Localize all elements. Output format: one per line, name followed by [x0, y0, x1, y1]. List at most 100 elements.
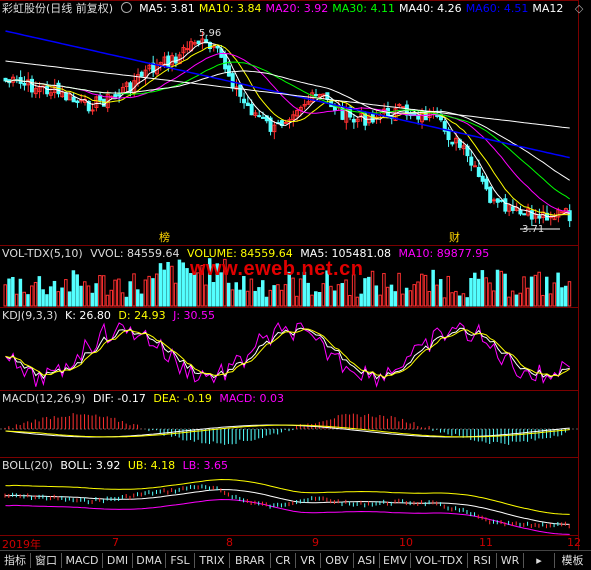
tab-obv[interactable]: OBV	[321, 553, 354, 568]
ma-label-0: MA5: 3.81	[139, 2, 195, 15]
volume-bar	[476, 278, 481, 307]
candlestick-chart[interactable]	[0, 1, 578, 246]
volume-bar	[295, 295, 299, 307]
candle-body	[75, 100, 80, 104]
marker-bang[interactable]: 榜	[159, 229, 170, 245]
tab-macd[interactable]: MACD	[62, 553, 103, 568]
ma5-line	[5, 41, 570, 218]
volume-bar	[370, 270, 375, 307]
tab-dma[interactable]: DMA	[133, 553, 166, 568]
volume-bar	[298, 278, 303, 307]
kdj-d: D: 24.93	[118, 309, 166, 322]
candle-body	[173, 56, 178, 64]
volume-bar	[374, 285, 379, 307]
volume-bar	[367, 276, 371, 307]
price-panel[interactable]: 彩虹股份(日线 前复权) MA5: 3.81 MA10: 3.84 MA20: 3.…	[0, 0, 583, 246]
tab-dmi[interactable]: DMI	[103, 553, 133, 568]
tab-arrow[interactable]: ▸	[524, 553, 555, 568]
right-axis-strip[interactable]	[578, 0, 591, 550]
tab-rsi[interactable]: RSI	[468, 553, 497, 568]
volume-bar	[245, 290, 250, 307]
ma-label-5: MA60: 4.51	[465, 2, 529, 15]
candle-body	[522, 213, 527, 216]
volume-bar	[510, 290, 515, 307]
candle-body	[242, 98, 247, 104]
macd-panel[interactable]: MACD(12,26,9) DIF: -0.17 DEA: -0.19 MACD…	[0, 390, 578, 458]
volume-bar	[438, 279, 443, 307]
volume-bar	[177, 259, 182, 307]
tab-brar[interactable]: BRAR	[230, 553, 271, 568]
date-label-12: 12	[567, 536, 581, 549]
volume-bar	[348, 294, 352, 307]
tab-window[interactable]: 窗口	[31, 553, 62, 568]
volume-bar	[454, 290, 458, 307]
tab-trix[interactable]: TRIX	[195, 553, 230, 568]
volume-bar	[185, 268, 189, 307]
tab-vr[interactable]: VR	[296, 553, 321, 568]
tab-template[interactable]: 模板	[555, 553, 590, 568]
volume-bar	[442, 297, 447, 307]
candle-body	[22, 82, 27, 86]
volume-bar	[556, 272, 560, 307]
volume-bar	[495, 269, 500, 307]
candle-body	[450, 141, 455, 145]
candle-body	[488, 186, 493, 203]
tab-fsl[interactable]: FSL	[166, 553, 195, 568]
volume-bar	[363, 278, 367, 307]
date-label-8: 8	[226, 536, 233, 549]
candle-body	[3, 77, 8, 82]
volume-bar	[427, 291, 432, 307]
candle-body	[416, 115, 421, 120]
volume-bar	[378, 294, 382, 307]
volume-bar	[526, 287, 530, 307]
marker-cai[interactable]: 财	[449, 229, 460, 245]
tab-wr[interactable]: WR	[497, 553, 524, 568]
candle-body	[314, 94, 319, 97]
candle-body	[113, 94, 118, 98]
candle-body	[503, 198, 508, 212]
volume-bar	[268, 289, 273, 307]
volume-bar	[321, 283, 326, 307]
settings-icon[interactable]	[120, 2, 132, 13]
volume-bar	[45, 294, 49, 307]
volume-bar	[423, 274, 428, 307]
volume-bar	[389, 284, 394, 307]
tab-asi[interactable]: ASI	[354, 553, 380, 568]
volume-bar	[238, 289, 242, 307]
volume-bar	[226, 282, 231, 307]
volume-bar	[154, 273, 159, 307]
volume-bar	[393, 291, 398, 307]
tab-emv[interactable]: EMV	[380, 553, 411, 568]
volume-bar	[162, 269, 167, 307]
volume-bar	[499, 270, 504, 307]
volume-bar	[41, 289, 45, 307]
tab-indicator[interactable]: 指标	[0, 553, 31, 568]
volume-bar	[560, 287, 564, 307]
volume-bar	[143, 279, 148, 307]
volume-bar	[310, 294, 314, 307]
volume-bar	[529, 276, 534, 307]
tab-vol-tdx[interactable]: VOL-TDX	[411, 553, 468, 568]
vol-title: VOL-TDX(5,10)	[2, 247, 83, 260]
collapse-icon[interactable]: ◇	[575, 2, 583, 15]
volume-bar	[211, 282, 216, 307]
volume-bar	[276, 284, 280, 307]
volume-bar	[404, 287, 409, 307]
date-label-7: 7	[112, 536, 119, 549]
ma120-line	[5, 60, 570, 129]
date-label-10: 10	[399, 536, 413, 549]
volume-bar	[64, 279, 68, 307]
volume-bar	[253, 290, 257, 307]
kdj-panel[interactable]: KDJ(9,3,3) K: 26.80 D: 24.93 J: 30.55	[0, 307, 578, 391]
boll-panel[interactable]: BOLL(20) BOLL: 3.92 UB: 4.18 LB: 3.65	[0, 457, 578, 536]
tab-cr[interactable]: CR	[271, 553, 296, 568]
volume-bar	[306, 282, 310, 307]
candle-body	[484, 178, 489, 190]
kdj-title: KDJ(9,3,3)	[2, 309, 58, 322]
candle-body	[480, 175, 485, 182]
volume-bar	[382, 273, 386, 307]
volume-bar	[37, 276, 42, 307]
candle-body	[332, 106, 337, 111]
volume-bar	[401, 293, 405, 307]
ma-label-1: MA10: 3.84	[198, 2, 262, 15]
